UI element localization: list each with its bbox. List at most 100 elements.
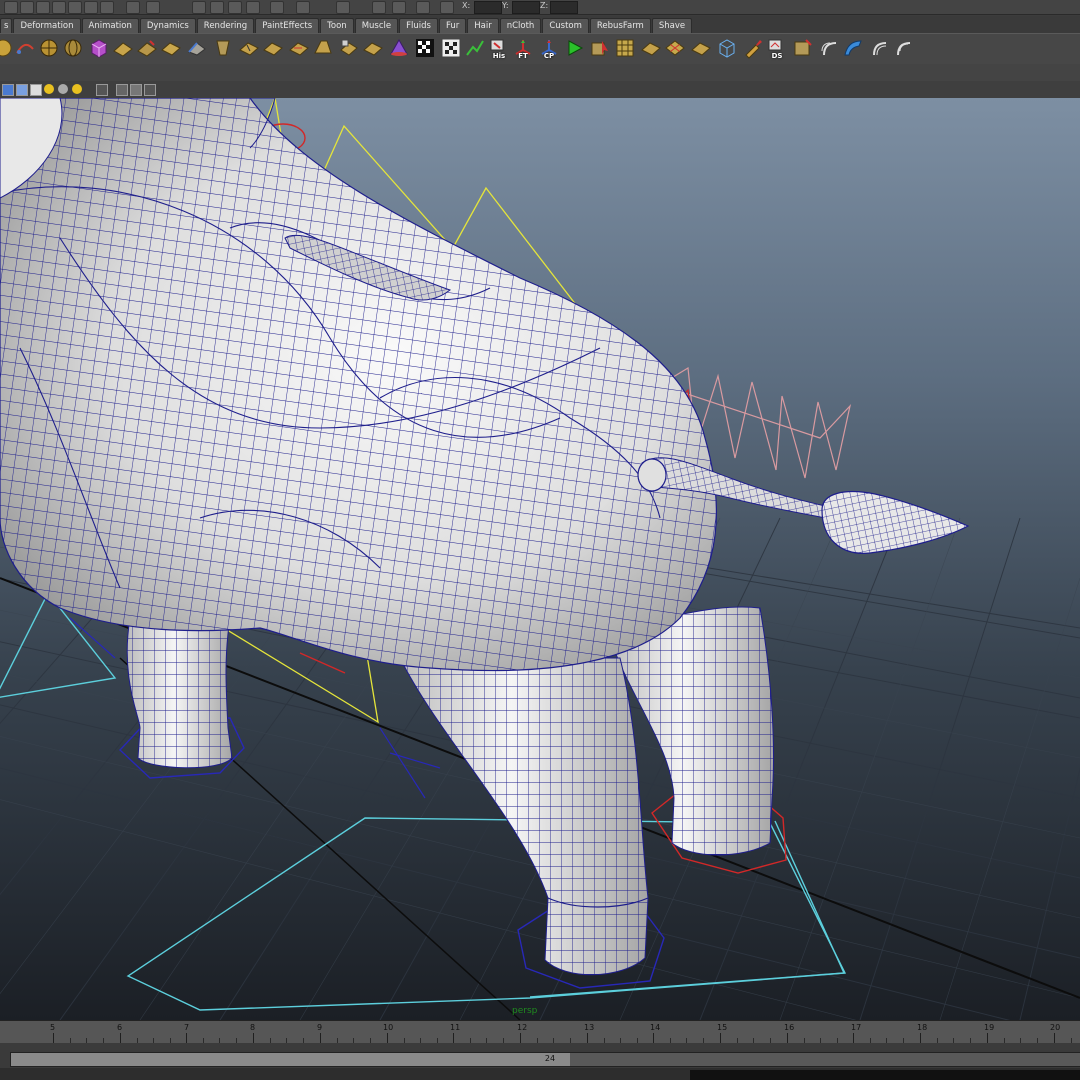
all-lights-icon[interactable]	[58, 84, 68, 94]
paint-select-icon[interactable]	[52, 1, 66, 14]
hypershade-icon[interactable]	[270, 1, 284, 14]
coord-y-field[interactable]	[512, 1, 540, 14]
tab-fur[interactable]: Fur	[438, 18, 467, 33]
absolute-transform-icon[interactable]	[440, 1, 454, 14]
freeze-transform-label: FT	[518, 52, 528, 60]
smooth-shade-icon[interactable]	[16, 84, 28, 96]
checker-render-icon[interactable]	[414, 37, 436, 59]
tab-custom[interactable]: Custom	[542, 18, 589, 33]
time-slider-ticks[interactable]: 5 6 7 8 9 10 11 12 13 14 15 16 17 18 19 …	[0, 1021, 1080, 1043]
move-icon[interactable]	[68, 1, 82, 14]
cone-light-icon[interactable]	[388, 37, 410, 59]
snap-curve-icon[interactable]	[146, 1, 160, 14]
loft-icon[interactable]	[136, 37, 158, 59]
xray-joints-icon[interactable]	[130, 84, 142, 96]
graph-tool-icon[interactable]	[464, 37, 486, 59]
time-slider[interactable]: 5 6 7 8 9 10 11 12 13 14 15 16 17 18 19 …	[0, 1020, 1080, 1051]
sphere-icon[interactable]	[0, 37, 14, 59]
select-arrow-icon[interactable]	[590, 37, 612, 59]
cluster-icon[interactable]	[690, 37, 712, 59]
scale-icon[interactable]	[100, 1, 114, 14]
channel-box-icon[interactable]	[372, 1, 386, 14]
bevel-icon[interactable]	[238, 37, 260, 59]
nurbs-sphere-icon[interactable]	[38, 37, 60, 59]
paint-brush-icon[interactable]	[742, 37, 764, 59]
surface-plane-icon[interactable]	[112, 37, 134, 59]
extrude-surface-icon[interactable]	[160, 37, 182, 59]
tool-settings-icon[interactable]	[392, 1, 406, 14]
nurbs-globe-icon[interactable]	[62, 37, 84, 59]
shave-brush-icon[interactable]	[842, 37, 864, 59]
play-icon[interactable]	[564, 37, 586, 59]
render-icon[interactable]	[210, 1, 224, 14]
isolate-select-icon[interactable]	[116, 84, 128, 96]
tab-deformation[interactable]: Deformation	[13, 18, 81, 33]
lasso-icon[interactable]	[36, 1, 50, 14]
planar-icon[interactable]	[186, 37, 208, 59]
shave-comb-icon[interactable]	[868, 37, 890, 59]
curve-tool-icon[interactable]	[14, 37, 36, 59]
birail-icon[interactable]	[262, 37, 284, 59]
tab-animation[interactable]: Animation	[81, 18, 139, 33]
attach-surface-icon[interactable]	[362, 37, 384, 59]
tab-surfaces[interactable]: s	[0, 18, 13, 33]
tab-painteffects[interactable]: PaintEffects	[255, 18, 320, 33]
tick-major	[1054, 1033, 1055, 1043]
shadows-icon[interactable]	[72, 84, 82, 94]
freeze-transform-icon[interactable]: FT	[512, 37, 534, 60]
knee-ik-line[interactable]	[299, 652, 346, 674]
wire-box-icon[interactable]	[716, 37, 738, 59]
rhino-body[interactable]	[0, 98, 717, 672]
range-handle[interactable]	[570, 1052, 1080, 1067]
hair-curve-icon[interactable]	[818, 37, 840, 59]
wireframe-icon[interactable]	[2, 84, 14, 96]
tab-rendering[interactable]: Rendering	[196, 18, 255, 33]
select-icon[interactable]	[20, 1, 34, 14]
texture-icon[interactable]	[30, 84, 42, 96]
command-output-field[interactable]	[690, 1070, 1080, 1080]
front-leg[interactable]	[399, 657, 649, 976]
revolve-icon[interactable]	[212, 37, 234, 59]
lattice-icon[interactable]	[614, 37, 636, 59]
boundary-icon[interactable]	[288, 37, 310, 59]
coord-z-field[interactable]	[550, 1, 578, 14]
square-surface-icon[interactable]	[312, 37, 334, 59]
layer-editor-icon[interactable]	[416, 1, 430, 14]
center-pivot-icon[interactable]: CP	[538, 37, 560, 60]
attribute-editor-icon[interactable]	[336, 1, 350, 14]
tab-toon[interactable]: Toon	[320, 18, 354, 33]
checker-texture-icon[interactable]	[440, 37, 462, 59]
tab-fluids[interactable]: Fluids	[399, 18, 438, 33]
range-slider[interactable]: 24	[0, 1050, 1080, 1068]
tick-label: 16	[784, 1023, 795, 1032]
tab-shave[interactable]: Shave	[651, 18, 693, 33]
range-end-value[interactable]: 24	[535, 1053, 565, 1064]
range-bar[interactable]	[10, 1052, 572, 1067]
tab-ncloth[interactable]: nCloth	[499, 18, 542, 33]
tab-hair[interactable]: Hair	[467, 18, 499, 33]
rotate-icon[interactable]	[84, 1, 98, 14]
tab-dynamics[interactable]: Dynamics	[139, 18, 196, 33]
default-light-icon[interactable]	[44, 84, 54, 94]
history-tool-icon[interactable]: His	[488, 37, 510, 60]
coord-x-field[interactable]	[474, 1, 502, 14]
xray-icon[interactable]	[96, 84, 108, 96]
grid-deformer-icon[interactable]	[664, 37, 686, 59]
cube-icon[interactable]	[88, 37, 110, 59]
shave-cut-icon[interactable]	[892, 37, 914, 59]
history-icon[interactable]	[192, 1, 206, 14]
ipr-icon[interactable]	[228, 1, 242, 14]
trim-tool-icon[interactable]	[338, 37, 360, 59]
mode-icon[interactable]	[4, 1, 18, 14]
wrap-deformer-icon[interactable]	[640, 37, 662, 59]
input-line-icon[interactable]	[296, 1, 310, 14]
display-smoothness-icon[interactable]: DS	[766, 37, 788, 60]
tab-rebusfarm[interactable]: RebusFarm	[589, 18, 651, 33]
tab-muscle[interactable]: Muscle	[354, 18, 399, 33]
shader-ball-icon[interactable]	[792, 37, 814, 59]
rear-leg-left[interactable]	[126, 617, 233, 769]
film-gate-icon[interactable]	[144, 84, 156, 96]
viewport-persp[interactable]: persp	[0, 98, 1080, 1020]
snap-grid-icon[interactable]	[126, 1, 140, 14]
render-settings-icon[interactable]	[246, 1, 260, 14]
